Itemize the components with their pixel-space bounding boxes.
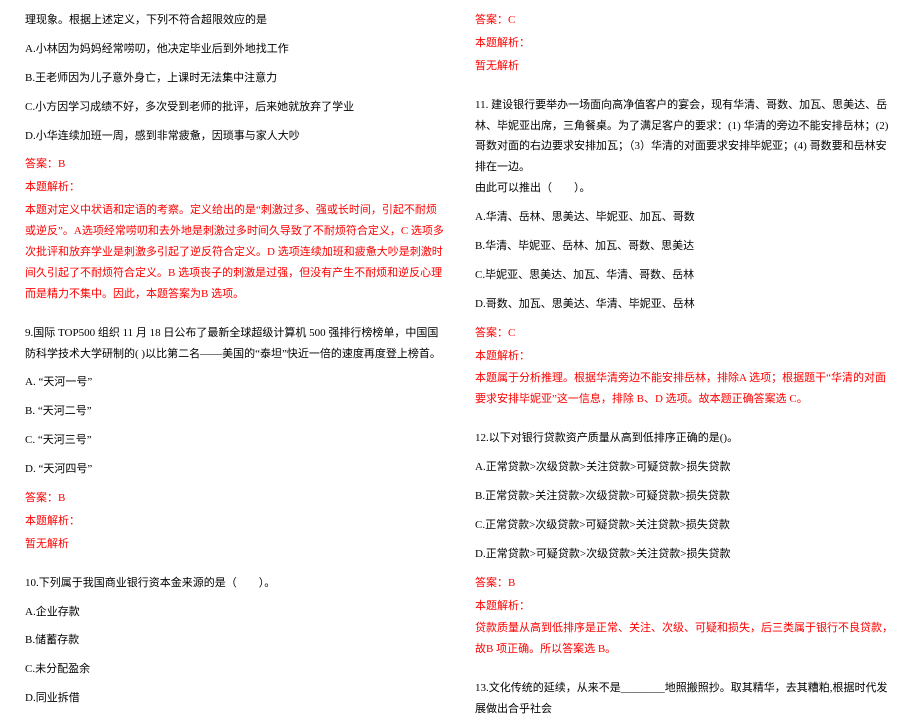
q10-option-d: D.同业拆借: [25, 688, 445, 709]
q9-answer: 答案：B: [25, 488, 445, 509]
q10-answer: 答案：C: [475, 10, 895, 31]
option-a: A.小林因为妈妈经常唠叨，他决定毕业后到外地找工作: [25, 39, 445, 60]
q12-option-c: C.正常贷款>次级贷款>可疑贷款>关注贷款>损失贷款: [475, 515, 895, 536]
q9-option-b: B. “天河二号”: [25, 401, 445, 422]
q11-analysis-text: 本题属于分析推理。根据华清旁边不能安排岳林，排除A 选项；根据题干“华清的对面要…: [475, 368, 895, 410]
option-d: D.小华连续加班一周，感到非常疲惫，因琐事与家人大吵: [25, 126, 445, 147]
q12-answer: 答案：B: [475, 573, 895, 594]
q11-answer: 答案：C: [475, 323, 895, 344]
q9-analysis-label: 本题解析：: [25, 511, 445, 532]
q9-analysis-text: 暂无解析: [25, 534, 445, 555]
q10-option-b: B.储蓄存款: [25, 630, 445, 651]
q11-option-b: B.华清、毕妮亚、岳林、加瓦、哥数、思美达: [475, 236, 895, 257]
q10-option-a: A.企业存款: [25, 602, 445, 623]
q9-option-a: A. “天河一号”: [25, 372, 445, 393]
q9-option-c: C. “天河三号”: [25, 430, 445, 451]
option-c: C.小方因学习成绩不好，多次受到老师的批评，后来她就放弃了学业: [25, 97, 445, 118]
analysis-text: 本题对定义中状语和定语的考察。定义给出的是“刺激过多、强或长时间，引起不耐烦或逆…: [25, 200, 445, 304]
q9-option-d: D. “天河四号”: [25, 459, 445, 480]
q10-analysis-text: 暂无解析: [475, 56, 895, 77]
q11-stem: 11. 建设银行要举办一场面向高净值客户的宴会，现有华清、哥数、加瓦、思美达、岳…: [475, 95, 895, 179]
q12-stem: 12.以下对银行贷款资产质量从高到低排序正确的是()。: [475, 428, 895, 449]
q12-analysis-label: 本题解析：: [475, 596, 895, 617]
intro-text: 理现象。根据上述定义，下列不符合超限效应的是: [25, 10, 445, 31]
q11-analysis-label: 本题解析：: [475, 346, 895, 367]
q10-stem: 10.下列属于我国商业银行资本金来源的是（ ）。: [25, 573, 445, 594]
q10-analysis-label: 本题解析：: [475, 33, 895, 54]
q12-option-a: A.正常贷款>次级贷款>关注贷款>可疑贷款>损失贷款: [475, 457, 895, 478]
q11-option-c: C.毕妮亚、思美达、加瓦、华清、哥数、岳林: [475, 265, 895, 286]
q11-stem2: 由此可以推出（ ）。: [475, 178, 895, 199]
q11-option-d: D.哥数、加瓦、思美达、华清、毕妮亚、岳林: [475, 294, 895, 315]
analysis-label: 本题解析：: [25, 177, 445, 198]
answer-label: 答案：B: [25, 154, 445, 175]
q12-analysis-text: 贷款质量从高到低排序是正常、关注、次级、可疑和损失，后三类属于银行不良贷款，故B…: [475, 618, 895, 660]
q11-option-a: A.华清、岳林、思美达、毕妮亚、加瓦、哥数: [475, 207, 895, 228]
q12-option-d: D.正常贷款>可疑贷款>次级贷款>关注贷款>损失贷款: [475, 544, 895, 565]
q9-stem: 9.国际 TOP500 组织 11 月 18 日公布了最新全球超级计算机 500…: [25, 323, 445, 365]
option-b: B.王老师因为儿子意外身亡，上课时无法集中注意力: [25, 68, 445, 89]
q12-option-b: B.正常贷款>关注贷款>次级贷款>可疑贷款>损失贷款: [475, 486, 895, 507]
q10-option-c: C.未分配盈余: [25, 659, 445, 680]
q13-stem: 13.文化传统的延续，从来不是________地照搬照抄。取其精华，去其糟粕,根…: [475, 678, 895, 720]
